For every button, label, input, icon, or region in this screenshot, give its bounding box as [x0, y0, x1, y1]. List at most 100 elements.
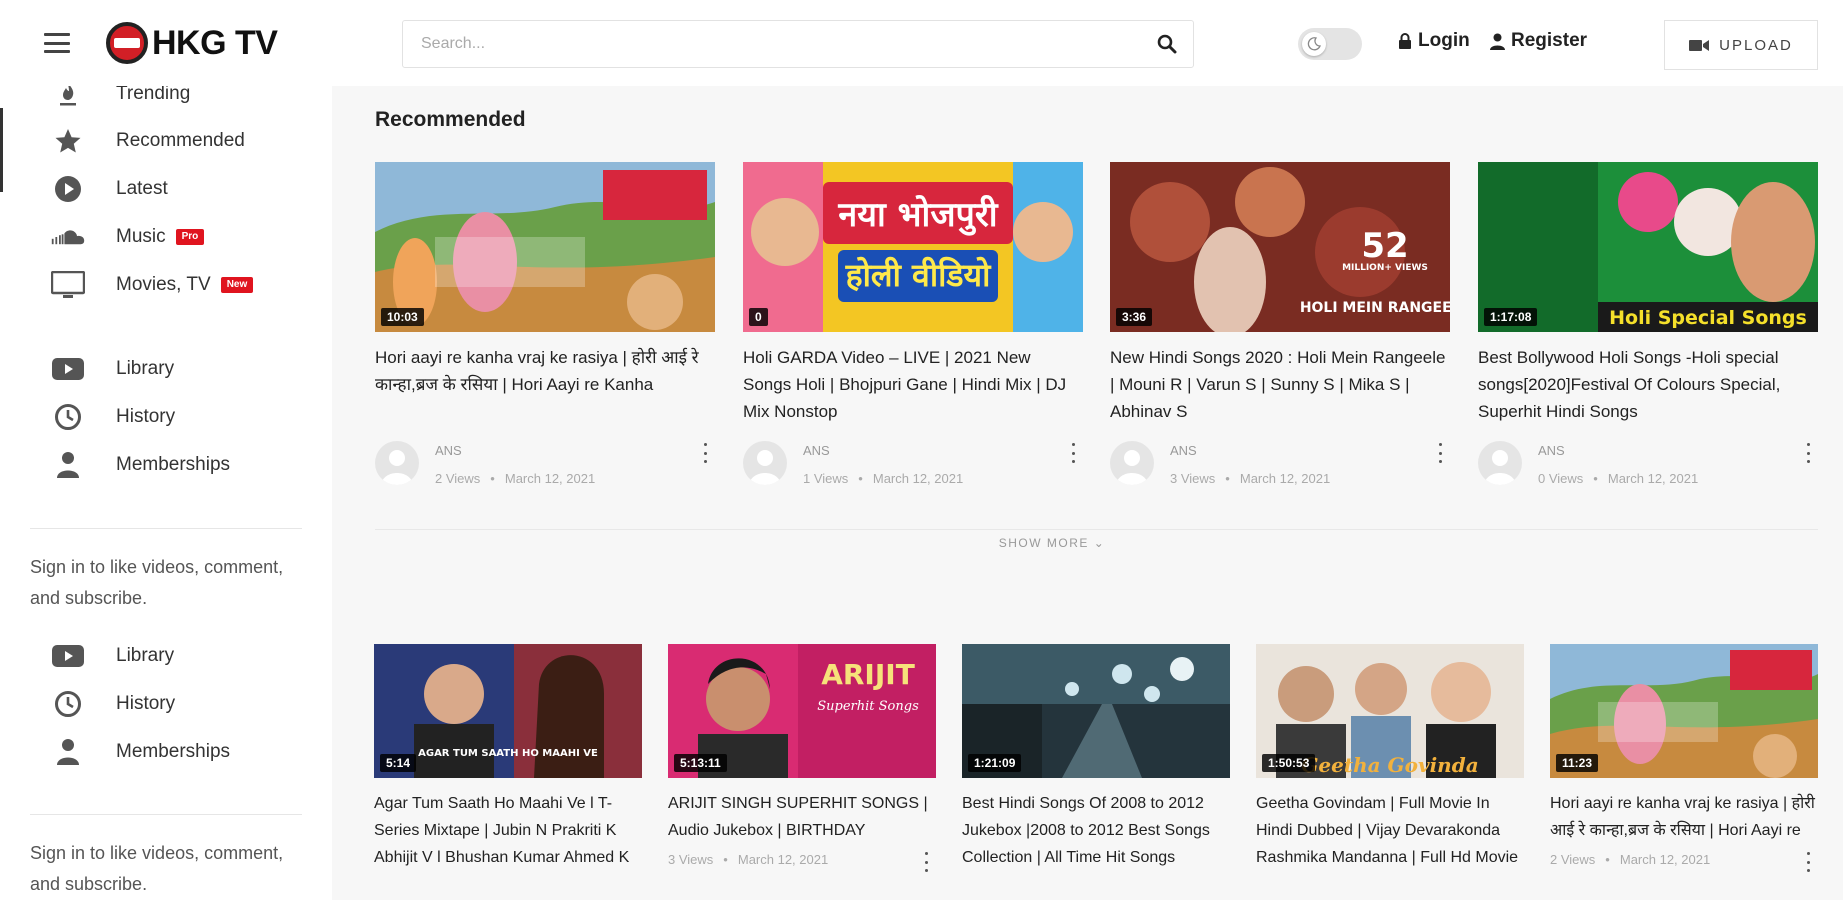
video-meta: ANS 1 Views • March 12, 2021 — [743, 441, 1083, 489]
video-thumbnail[interactable]: AGAR TUM SAATH HO MAAHI VE 5:14 — [374, 644, 642, 778]
sidebar-item-history-2[interactable]: History — [0, 682, 332, 726]
video-title[interactable]: Best Hindi Songs Of 2008 to 2012 Jukebox… — [962, 790, 1230, 898]
thumb-text: MILLION+ VIEWS — [1342, 263, 1428, 273]
sidebar-item-latest[interactable]: Latest — [0, 167, 332, 211]
more-options-icon[interactable] — [1802, 852, 1814, 872]
more-options-icon[interactable] — [699, 443, 711, 463]
fire-icon — [50, 86, 86, 109]
search-input[interactable] — [403, 21, 1141, 67]
video-title[interactable]: Hori aayi re kanha vraj ke rasiya | होरी… — [375, 344, 715, 425]
register-link[interactable]: Register — [1490, 30, 1587, 52]
play-circle-icon — [50, 174, 86, 204]
more-options-icon[interactable] — [920, 852, 932, 872]
video-thumbnail[interactable]: 1:21:09 — [962, 644, 1230, 778]
video-thumbnail[interactable]: नया भोजपुरी होली वीडियो 0 — [743, 162, 1083, 332]
sidebar-item-label: Memberships — [116, 741, 231, 762]
upload-date: March 12, 2021 — [1239, 471, 1331, 486]
menu-icon[interactable] — [44, 33, 70, 53]
channel-name[interactable]: ANS — [803, 443, 830, 458]
video-duration: 5:14 — [380, 754, 417, 772]
youtube-icon — [50, 354, 86, 384]
channel-name[interactable]: ANS — [1170, 443, 1197, 458]
channel-avatar[interactable] — [743, 441, 787, 485]
more-options-icon[interactable] — [1067, 443, 1079, 463]
video-card: नया भोजपुरी होली वीडियो 0 Holi GARDA Vid… — [743, 162, 1083, 489]
video-title[interactable]: Geetha Govindam | Full Movie In Hindi Du… — [1256, 790, 1524, 898]
site-logo[interactable]: HKG TV — [106, 20, 278, 66]
sidebar-item-label: Latest — [116, 178, 168, 199]
sidebar-item-trending[interactable]: Trending — [0, 86, 332, 116]
video-thumbnail[interactable]: ARIJIT Superhit Songs 5:13:11 — [668, 644, 936, 778]
moon-icon — [1302, 32, 1326, 56]
video-title[interactable]: Best Bollywood Holi Songs -Holi special … — [1478, 344, 1818, 425]
thumb-text: HOLI MEIN RANGEELE — [1300, 300, 1450, 316]
video-title[interactable]: Hori aayi re kanha vraj ke rasiya | होरी… — [1550, 790, 1818, 844]
video-meta: 2 Views • March 12, 2021 — [1550, 852, 1818, 872]
video-meta: 3 Views • March 12, 2021 — [668, 852, 936, 872]
video-duration: 10:03 — [381, 308, 424, 326]
channel-avatar[interactable] — [1110, 441, 1154, 485]
video-stats: 2 Views • March 12, 2021 — [1550, 852, 1711, 867]
video-thumbnail[interactable]: 52 MILLION+ VIEWS HOLI MEIN RANGEELE 3:3… — [1110, 162, 1450, 332]
show-more-button[interactable]: SHOW MORE ⌄ — [892, 536, 1212, 550]
signin-note: Sign in to like videos, comment, and sub… — [30, 843, 284, 894]
show-more-divider — [375, 529, 1818, 530]
video-thumbnail[interactable]: Holi Special Songs 1:17:08 — [1478, 162, 1818, 332]
login-label: Login — [1418, 30, 1470, 51]
lock-icon — [1399, 32, 1411, 49]
upload-date: March 12, 2021 — [872, 471, 964, 486]
sidebar-item-memberships[interactable]: Memberships — [0, 443, 332, 487]
video-card: Geetha Govinda 1:50:53 Geetha Govindam |… — [1256, 644, 1524, 898]
thumb-text: 52 — [1361, 226, 1408, 266]
star-icon — [50, 126, 86, 156]
more-options-icon[interactable] — [1802, 443, 1814, 463]
sidebar-item-memberships-2[interactable]: Memberships — [0, 730, 332, 774]
sidebar-item-history[interactable]: History — [0, 395, 332, 439]
video-title[interactable]: Agar Tum Saath Ho Maahi Ve l T-Series Mi… — [374, 790, 642, 898]
video-meta: ANS 0 Views • March 12, 2021 — [1478, 441, 1818, 489]
search-icon — [1157, 34, 1177, 54]
dark-mode-toggle[interactable] — [1298, 28, 1362, 60]
video-card: Holi Special Songs 1:17:08 Best Bollywoo… — [1478, 162, 1818, 489]
channel-avatar[interactable] — [1478, 441, 1522, 485]
user-icon — [50, 737, 86, 767]
video-duration: 1:17:08 — [1484, 308, 1538, 326]
sidebar-item-label: Memberships — [116, 454, 231, 475]
video-camera-icon — [1689, 39, 1710, 51]
search-button[interactable] — [1141, 21, 1193, 67]
login-link[interactable]: Login — [1398, 30, 1470, 52]
thumb-text: ARIJIT — [821, 658, 915, 691]
sidebar-item-library-2[interactable]: Library — [0, 634, 332, 678]
sidebar-item-music[interactable]: Music Pro — [0, 215, 332, 259]
view-count: 2 Views — [435, 471, 481, 486]
video-thumbnail[interactable]: 10:03 — [375, 162, 715, 332]
channel-avatar[interactable] — [375, 441, 419, 485]
video-title[interactable]: New Hindi Songs 2020 : Holi Mein Rangeel… — [1110, 344, 1450, 425]
sidebar-item-library[interactable]: Library — [0, 347, 332, 391]
sidebar-item-label: Library — [116, 645, 175, 666]
video-card: 10:03 Hori aayi re kanha vraj ke rasiya … — [375, 162, 715, 489]
upload-date: March 12, 2021 — [737, 852, 829, 867]
thumb-text: Geetha Govinda — [1301, 753, 1478, 777]
video-card: AGAR TUM SAATH HO MAAHI VE 5:14 Agar Tum… — [374, 644, 642, 898]
video-meta: ANS 2 Views • March 12, 2021 — [375, 441, 715, 489]
channel-name[interactable]: ANS — [435, 443, 462, 458]
channel-name[interactable]: ANS — [1538, 443, 1565, 458]
main-content: Recommended 10:03 Hori aayi re kanha vra… — [332, 86, 1843, 900]
sidebar-item-movies-tv[interactable]: Movies, TV New — [0, 263, 332, 307]
sidebar-item-recommended[interactable]: Recommended — [0, 119, 332, 163]
upload-date: March 12, 2021 — [504, 471, 596, 486]
video-thumbnail[interactable]: 11:23 — [1550, 644, 1818, 778]
more-options-icon[interactable] — [1434, 443, 1446, 463]
video-title[interactable]: ARIJIT SINGH SUPERHIT SONGS | Audio Juke… — [668, 790, 936, 844]
video-duration: 3:36 — [1116, 308, 1153, 326]
user-icon — [50, 450, 86, 480]
search-bar — [402, 20, 1194, 68]
video-duration: 11:23 — [1556, 754, 1599, 772]
upload-button[interactable]: UPLOAD — [1664, 20, 1818, 70]
user-icon — [1490, 33, 1505, 50]
logo-text: HKG TV — [152, 23, 278, 62]
thumb-text: Superhit Songs — [817, 699, 919, 714]
video-title[interactable]: Holi GARDA Video – LIVE | 2021 New Songs… — [743, 344, 1083, 425]
video-thumbnail[interactable]: Geetha Govinda 1:50:53 — [1256, 644, 1524, 778]
